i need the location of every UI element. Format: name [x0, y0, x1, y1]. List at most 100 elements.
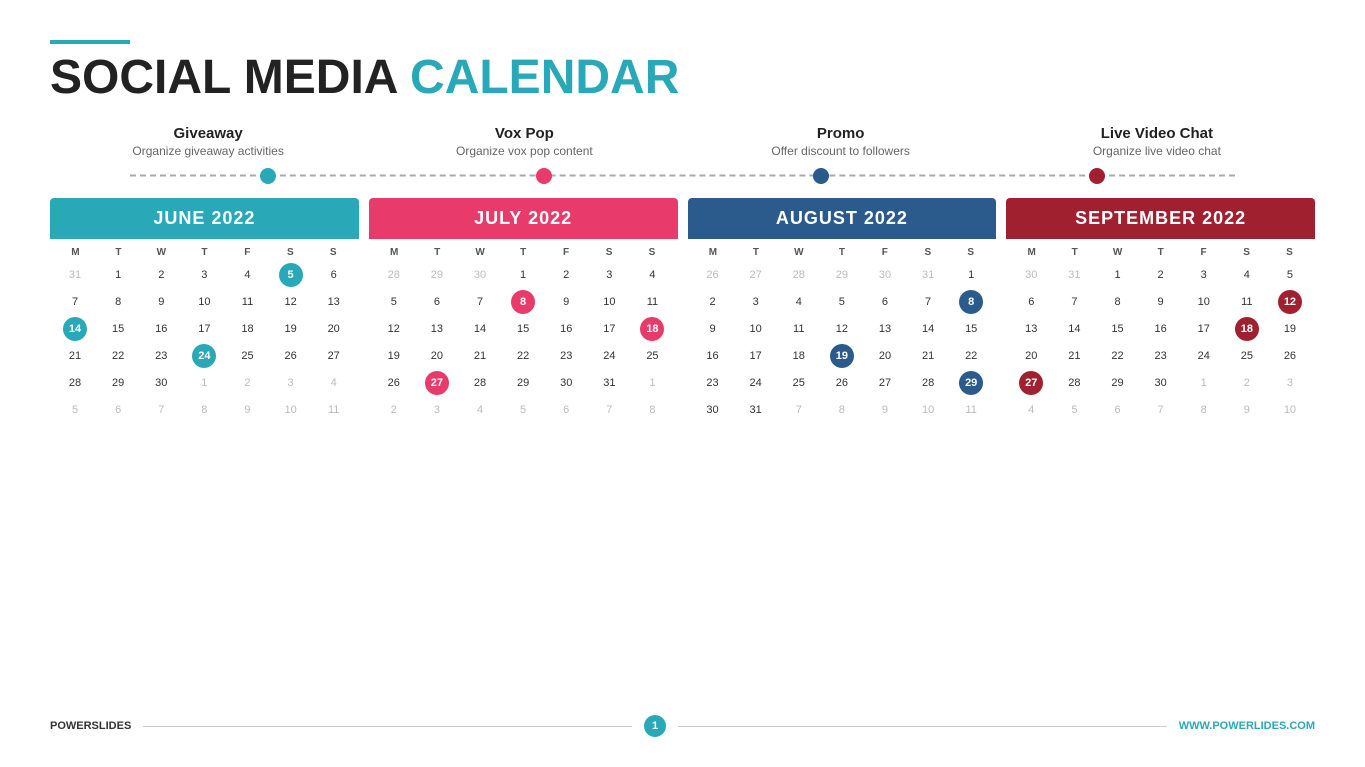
cal-day: 6 [561, 397, 571, 423]
cal-day: 7 [1069, 289, 1079, 315]
cal-day: 3 [199, 262, 209, 288]
cal-day: 10 [748, 316, 764, 342]
cal-day: 4 [647, 262, 657, 288]
cal-day: 5 [389, 289, 399, 315]
day-wrapper: 3 [588, 262, 630, 288]
cal-day: 17 [601, 316, 617, 342]
page: SOCIAL MEDIA CALENDAR Giveaway Organize … [0, 0, 1365, 767]
day-wrapper: 8 [502, 289, 544, 315]
cal-day: 11 [645, 289, 660, 315]
cal-day: 17 [1196, 316, 1212, 342]
day-wrapper: 1 [1183, 370, 1225, 396]
footer: POWERSLIDES 1 WWW.POWERLIDES.COM [50, 707, 1315, 737]
day-wrapper: 4 [778, 289, 820, 315]
cal-day: 23 [704, 370, 720, 396]
cal-day: 8 [1199, 397, 1209, 423]
cal-day: 18 [1235, 317, 1259, 341]
cal-day: 22 [515, 343, 531, 369]
day-wrapper: 7 [459, 289, 501, 315]
day-wrapper: 8 [950, 289, 992, 315]
day-wrapper: 4 [459, 397, 501, 423]
day-wrapper: 25 [226, 343, 268, 369]
cal-day: 7 [923, 289, 933, 315]
cal-day: 31 [920, 262, 936, 288]
cal-day: 21 [920, 343, 936, 369]
cal-day: 22 [963, 343, 979, 369]
cal-day: 9 [1156, 289, 1166, 315]
cal-body-june-2022: MTWTFSS311234567891011121314151617181920… [50, 239, 359, 693]
day-wrapper: 5 [270, 262, 312, 288]
day-wrapper: 3 [183, 262, 225, 288]
day-wrapper: 4 [226, 262, 268, 288]
cal-day: 13 [1023, 316, 1039, 342]
cal-day: 21 [1066, 343, 1082, 369]
day-wrapper: 12 [270, 289, 312, 315]
cal-day: 2 [561, 262, 571, 288]
day-wrapper: 15 [97, 316, 139, 342]
cal-day: 27 [425, 371, 449, 395]
cal-weekday-label: S [312, 245, 355, 260]
cal-day: 6 [432, 289, 442, 315]
day-wrapper: 4 [313, 370, 355, 396]
day-wrapper: 1 [183, 370, 225, 396]
cal-weekday-label: T [1139, 245, 1182, 260]
cal-weekday-label: S [906, 245, 949, 260]
footer-brand: POWERSLIDES [50, 720, 131, 732]
cal-day: 4 [1242, 262, 1252, 288]
cal-day: 16 [704, 343, 720, 369]
cal-day: 2 [242, 370, 252, 396]
day-wrapper: 28 [778, 262, 820, 288]
day-wrapper: 17 [1183, 316, 1225, 342]
cal-day: 13 [877, 316, 893, 342]
day-wrapper: 9 [1140, 289, 1182, 315]
day-wrapper: 28 [907, 370, 949, 396]
day-wrapper: 14 [907, 316, 949, 342]
cal-day: 2 [156, 262, 166, 288]
cal-day: 31 [1066, 262, 1082, 288]
cal-day: 15 [110, 316, 126, 342]
day-wrapper: 4 [631, 262, 673, 288]
cal-day: 1 [199, 370, 209, 396]
cal-day: 4 [329, 370, 339, 396]
day-wrapper: 22 [950, 343, 992, 369]
cal-day: 29 [110, 370, 126, 396]
page-title: SOCIAL MEDIA CALENDAR [50, 52, 1315, 105]
day-wrapper: 30 [1010, 262, 1052, 288]
day-wrapper: 22 [502, 343, 544, 369]
cal-day: 8 [113, 289, 123, 315]
day-wrapper: 23 [140, 343, 182, 369]
cal-day: 3 [286, 370, 296, 396]
day-wrapper: 19 [270, 316, 312, 342]
footer-line-right [678, 726, 1167, 727]
day-wrapper: 8 [1096, 289, 1138, 315]
day-wrapper: 10 [183, 289, 225, 315]
cal-day: 3 [1285, 370, 1295, 396]
day-wrapper: 13 [864, 316, 906, 342]
day-wrapper: 22 [1096, 343, 1138, 369]
cal-weekday-label: F [1182, 245, 1225, 260]
cal-day: 30 [1023, 262, 1039, 288]
timeline-dot-live-video [1089, 168, 1105, 184]
day-wrapper: 2 [692, 289, 734, 315]
cal-day: 10 [282, 397, 298, 423]
day-wrapper: 26 [692, 262, 734, 288]
cal-day: 31 [601, 370, 617, 396]
cal-day: 9 [561, 289, 571, 315]
cal-day: 15 [963, 316, 979, 342]
cal-day: 1 [518, 262, 528, 288]
day-wrapper: 5 [1053, 397, 1095, 423]
cal-day: 16 [1152, 316, 1168, 342]
cal-day: 24 [1196, 343, 1212, 369]
day-wrapper: 6 [864, 289, 906, 315]
cal-day: 8 [1112, 289, 1122, 315]
cal-day: 7 [1156, 397, 1166, 423]
timeline [50, 168, 1315, 184]
day-wrapper: 25 [1226, 343, 1268, 369]
cal-day: 5 [837, 289, 847, 315]
day-wrapper: 25 [631, 343, 673, 369]
cal-day: 3 [751, 289, 761, 315]
day-wrapper: 18 [1226, 316, 1268, 342]
day-wrapper: 26 [270, 343, 312, 369]
cal-day: 8 [511, 290, 535, 314]
cal-day: 15 [515, 316, 531, 342]
